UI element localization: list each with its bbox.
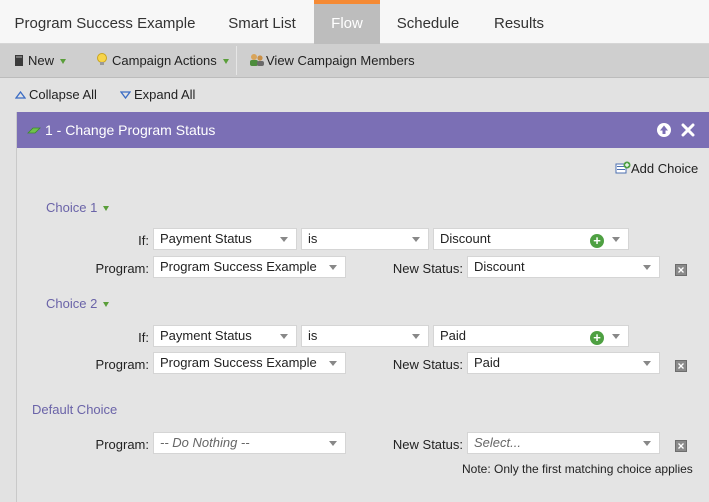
tab-bar: Program Success Example Smart List Flow … [0, 0, 709, 44]
choice-2-field-select[interactable]: Payment Status [153, 325, 297, 347]
chevron-down-icon [103, 302, 110, 308]
add-condition-icon[interactable]: + [590, 234, 604, 248]
expand-triangle-icon [119, 91, 132, 100]
tab-smart-list[interactable]: Smart List [212, 0, 312, 44]
default-status-select[interactable]: Select... [467, 432, 660, 454]
new-button[interactable]: New [14, 44, 67, 77]
flow-step-header[interactable]: 1 - Change Program Status [17, 112, 709, 148]
campaign-actions-button[interactable]: Campaign Actions [96, 44, 229, 77]
choice-1-program-value: Program Success Example [160, 259, 317, 274]
add-choice-label: Add Choice [631, 161, 699, 176]
tab-program[interactable]: Program Success Example [0, 0, 210, 44]
chevron-down-icon [329, 265, 337, 270]
add-condition-icon[interactable]: + [590, 331, 604, 345]
choice-2-program-value: Program Success Example [160, 355, 317, 370]
choice-2-field-value: Payment Status [160, 328, 252, 343]
default-program-select[interactable]: -- Do Nothing -- [153, 432, 346, 454]
move-up-icon[interactable] [656, 122, 672, 138]
chevron-down-icon [643, 361, 651, 366]
delete-icon[interactable] [675, 360, 687, 372]
chevron-down-icon [643, 265, 651, 270]
document-icon [15, 55, 23, 66]
if-label: If: [138, 233, 149, 248]
expand-all-button[interactable]: Expand All [119, 78, 196, 112]
chevron-down-icon [103, 206, 110, 212]
if-label: If: [138, 330, 149, 345]
tab-schedule[interactable]: Schedule [382, 0, 474, 44]
new-status-label: New Status: [392, 357, 463, 372]
choice-2-status-value: Paid [474, 355, 501, 370]
default-program-value: -- Do Nothing -- [160, 435, 250, 450]
new-label: New [28, 53, 55, 68]
view-campaign-members-label: View Campaign Members [266, 53, 415, 68]
chevron-down-icon [329, 361, 337, 366]
choice-1-program-select[interactable]: Program Success Example [153, 256, 346, 278]
expand-all-label: Expand All [134, 87, 196, 102]
choice-1-operator-value: is [308, 231, 318, 246]
chevron-down-icon [412, 237, 420, 242]
choice-1-status-select[interactable]: Discount [467, 256, 660, 278]
chevron-down-icon [643, 441, 651, 446]
chevron-down-icon [280, 237, 288, 242]
new-status-label: New Status: [392, 261, 463, 276]
collapse-expand-bar: Collapse All Expand All [0, 78, 709, 112]
tab-results[interactable]: Results [476, 0, 562, 44]
flow-step-icon [27, 127, 41, 134]
choice-1-field-value: Payment Status [160, 231, 252, 246]
choice-2-label[interactable]: Choice 2 [46, 296, 110, 311]
chevron-down-icon [612, 237, 620, 242]
flow-step-panel: 1 - Change Program Status Add Choice Cho… [16, 112, 709, 502]
choice-1-value: Discount [440, 231, 491, 246]
program-label: Program: [95, 261, 149, 276]
default-status-value: Select... [474, 435, 521, 450]
default-choice-label[interactable]: Default Choice [32, 402, 117, 417]
choice-2-operator-value: is [308, 328, 318, 343]
view-campaign-members-button[interactable]: View Campaign Members [249, 44, 415, 77]
collapse-triangle-icon [14, 90, 27, 99]
tab-flow[interactable]: Flow [314, 0, 380, 44]
collapse-all-label: Collapse All [29, 87, 97, 102]
choice-2-program-select[interactable]: Program Success Example [153, 352, 346, 374]
choice-1-label[interactable]: Choice 1 [46, 200, 110, 215]
add-choice-button[interactable]: Add Choice [615, 160, 698, 178]
program-label: Program: [95, 357, 149, 372]
choice-2-text: Choice 2 [46, 296, 98, 311]
delete-icon[interactable] [675, 264, 687, 276]
choice-1-field-select[interactable]: Payment Status [153, 228, 297, 250]
chevron-down-icon [412, 334, 420, 339]
chevron-down-icon [60, 59, 67, 65]
new-status-label: New Status: [392, 437, 463, 452]
choice-1-text: Choice 1 [46, 200, 98, 215]
campaign-actions-label: Campaign Actions [112, 53, 217, 68]
chevron-down-icon [329, 441, 337, 446]
choice-2-value: Paid [440, 328, 467, 343]
delete-icon[interactable] [675, 440, 687, 452]
chevron-down-icon [612, 334, 620, 339]
toolbar-divider [236, 46, 237, 75]
program-label: Program: [95, 437, 149, 452]
choice-2-operator-select[interactable]: is [301, 325, 429, 347]
people-icon [250, 54, 264, 66]
chevron-down-icon [222, 59, 229, 65]
choice-1-operator-select[interactable]: is [301, 228, 429, 250]
choice-1-status-value: Discount [474, 259, 525, 274]
flow-step-title: 1 - Change Program Status [45, 122, 216, 138]
choice-2-status-select[interactable]: Paid [467, 352, 660, 374]
add-choice-icon [615, 161, 631, 174]
chevron-down-icon [280, 334, 288, 339]
close-icon[interactable] [680, 122, 696, 138]
toolbar: New Campaign Actions View Campaign Membe… [0, 44, 709, 78]
matching-choice-note: Note: Only the first matching choice app… [462, 462, 693, 476]
lightbulb-icon [97, 53, 107, 65]
collapse-all-button[interactable]: Collapse All [14, 78, 97, 112]
